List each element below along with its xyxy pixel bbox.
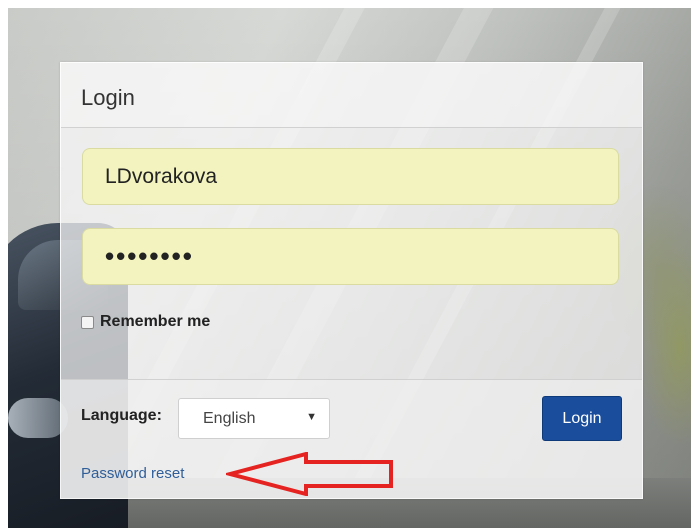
car-headlight [8,398,68,438]
remember-me-checkbox[interactable] [81,315,94,329]
remember-me-label[interactable]: Remember me [100,313,210,331]
panel-title: Login [81,85,135,110]
language-select-value: English [203,410,256,427]
chevron-down-icon: ▼ [306,411,317,423]
language-select[interactable]: English ▼ [178,398,330,439]
remember-me-row: Remember me [81,313,210,331]
red-arrow-annotation-icon [226,452,393,496]
login-panel: Login LDvorakova •••••••• Remember me La… [60,62,643,499]
password-reset-link[interactable]: Password reset [81,465,184,482]
password-input[interactable]: •••••••• [82,228,619,285]
username-input[interactable]: LDvorakova [82,148,619,205]
language-label: Language: [81,407,162,424]
login-button[interactable]: Login [542,396,622,441]
login-panel-header: Login [61,63,642,128]
